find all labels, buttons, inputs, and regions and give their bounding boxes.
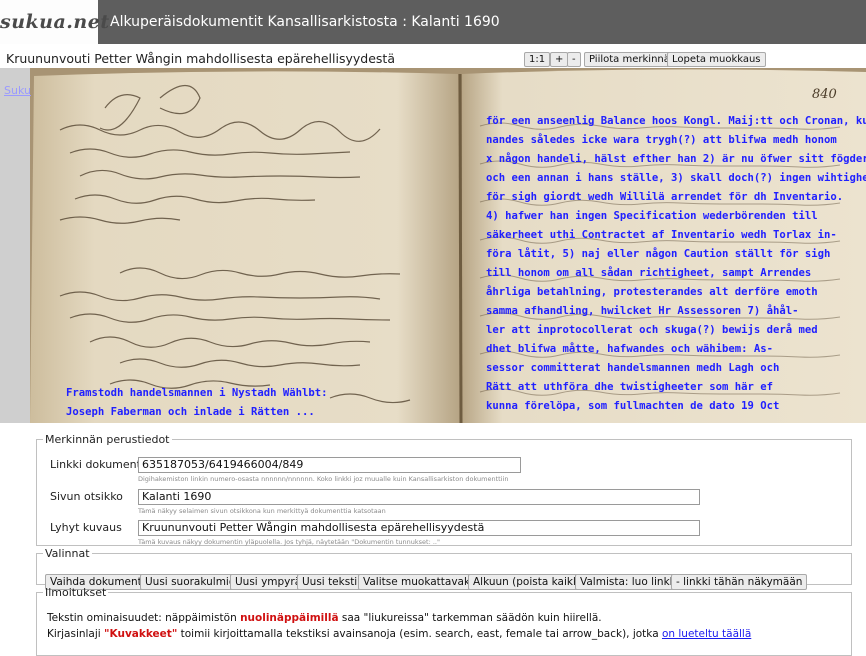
notices-legend: Ilmoitukset [45, 586, 107, 599]
overlay-transcription-right[interactable]: för een anseenlig Balance hoos Kongl. Ma… [486, 112, 866, 416]
zoom-in-button[interactable]: + [550, 52, 569, 67]
notices-fieldset: Ilmoitukset Tekstin ominaisuudet: näppäi… [36, 586, 852, 656]
document-title: Kruununvouti Petter Wångin mahdollisesta… [6, 51, 395, 66]
overlay-right-line: dhet blifwa måtte, hafwandes och wähibem… [486, 343, 774, 355]
stop-edit-button[interactable]: Lopeta muokkaus [667, 52, 766, 67]
overlay-right-line: x någon handeli, hälst efther han 2) är … [486, 153, 866, 165]
link-hint: Digihakemiston linkin numero-osasta nnnn… [138, 475, 509, 483]
zoom-reset-button[interactable]: 1:1 [524, 52, 551, 67]
site-logo[interactable]: sukua.net [0, 0, 109, 44]
page-title-label: Sivun otsikko [50, 490, 123, 503]
listed-here-link[interactable]: on lueteltu täällä [662, 628, 751, 640]
arrow-keys-highlight: nuolinäppäimillä [240, 612, 339, 624]
page-title: Alkuperäisdokumentit Kansallisarkistosta… [110, 14, 500, 30]
page-title-input[interactable]: Kalanti 1690 [138, 489, 700, 505]
overlay-right-line: Rätt att uthföra dhe twistigheeter som h… [486, 381, 774, 393]
overlay-right-line: till honom om all sådan richtigheet, sam… [486, 267, 812, 279]
overlay-right-line: samma afhandling, hwilcket Hr Assessoren… [486, 305, 799, 317]
overlay-right-line: och een annan i hans ställe, 3) skall do… [486, 172, 866, 184]
notice-line-1: Tekstin ominaisuudet: näppäimistön nuoli… [47, 612, 602, 624]
top-bar: sukua.net Alkuperäisdokumentit Kansallis… [0, 0, 866, 44]
overlay-right-line: föra låtit, 5) naj eller någon Caution s… [486, 248, 831, 260]
overlay-right-line: åhrliga betahlning, protesterandes alt d… [486, 286, 818, 298]
document-viewer[interactable]: 840 för een anseenlig Balance hoos Kongl… [0, 68, 866, 423]
description-hint: Tämä kuvaus näkyy dokumentin yläpuolella… [138, 538, 440, 546]
overlay-right-line: kunna förelöpa, som fullmachten de dato … [486, 400, 780, 412]
basics-fieldset: Merkinnän perustiedot Linkki dokumenttii… [36, 433, 852, 546]
icons-font-highlight: "Kuvakkeet" [104, 628, 178, 640]
basics-legend: Merkinnän perustiedot [45, 433, 170, 446]
description-input[interactable]: Kruununvouti Petter Wångin mahdollisesta… [138, 520, 700, 536]
page-title-hint: Tämä näkyy selaimen sivun otsikkona kun … [138, 507, 386, 515]
page-number: 840 [812, 87, 837, 102]
overlay-right-line: 4) hafwer han ingen Specification wederb… [486, 210, 818, 222]
zoom-out-button[interactable]: - [567, 52, 581, 67]
overlay-right-line: säkerheet uthi Contractet af Inventario … [486, 229, 837, 241]
overlay-left-line: Framstodh handelsmannen i Nystadh Wählbt… [66, 387, 328, 399]
viewer-header: Kruununvouti Petter Wångin mahdollisesta… [0, 50, 866, 68]
overlay-right-line: sessor committerat handelsmannen medh La… [486, 362, 780, 374]
overlay-right-line: för een anseenlig Balance hoos Kongl. Ma… [486, 115, 866, 127]
description-label: Lyhyt kuvaus [50, 521, 122, 534]
choices-fieldset: Valinnat Vaihda dokumentti Uusi suorakul… [36, 547, 852, 590]
overlay-right-line: för sigh giordt wedh Willilä arrendet fö… [486, 191, 844, 203]
overlay-left-line: Joseph Faberman och inlade i Rätten ... [66, 406, 315, 418]
left-margin [0, 68, 30, 423]
side-link[interactable]: Suku [4, 84, 31, 97]
overlay-right-line: ler att inprotocollerat och skuga(?) bew… [486, 324, 818, 336]
choices-legend: Valinnat [45, 547, 90, 560]
hide-marks-button[interactable]: Piilota merkinnät [584, 52, 679, 67]
overlay-transcription-left[interactable]: Framstodh handelsmannen i Nystadh Wählbt… [66, 384, 328, 422]
notice-line-2: Kirjasinlaji "Kuvakkeet" toimii kirjoitt… [47, 628, 752, 640]
overlay-right-line: nandes således icke wara trygh(?) att bl… [486, 134, 837, 146]
link-input[interactable]: 635187053/6419466004/849 [138, 457, 521, 473]
